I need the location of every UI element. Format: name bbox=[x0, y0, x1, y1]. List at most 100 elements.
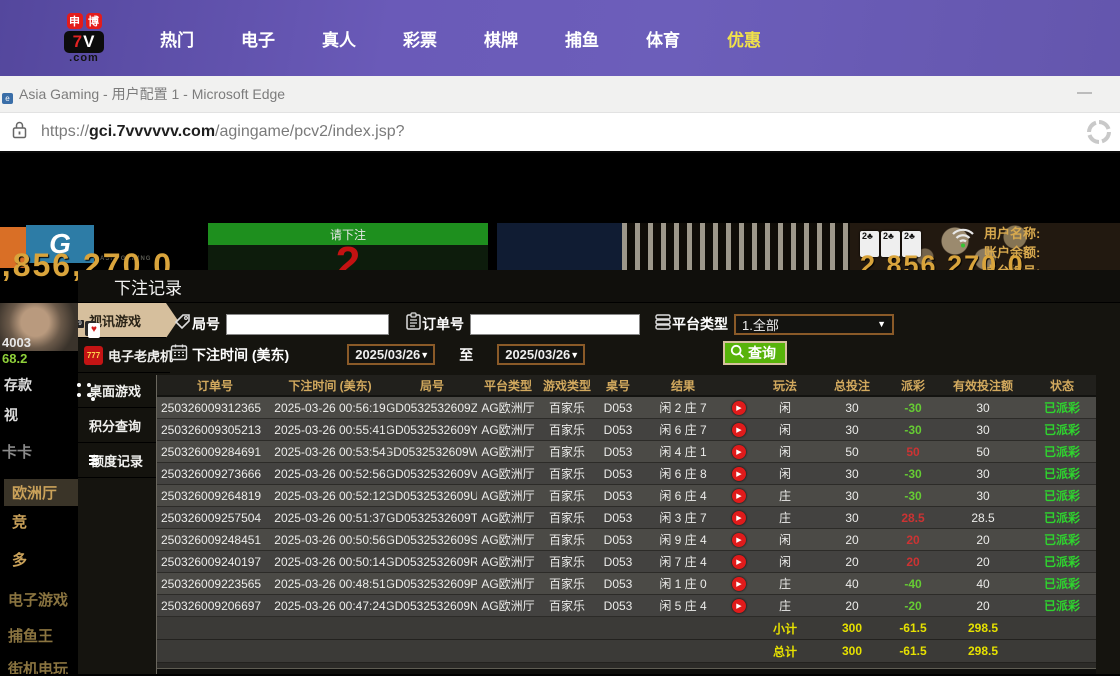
sidebar-item-label: 电子老虎机 bbox=[108, 346, 173, 365]
cell-game-type: 百家乐 bbox=[539, 419, 595, 440]
cell-table-no: D053 bbox=[595, 551, 641, 572]
cell-table-no: D053 bbox=[595, 463, 641, 484]
round-input[interactable] bbox=[226, 314, 389, 335]
nav-item[interactable]: 优惠 bbox=[727, 26, 761, 51]
replay-play-icon[interactable]: ▶ bbox=[732, 445, 746, 459]
refresh-icon[interactable] bbox=[1086, 119, 1112, 145]
order-input[interactable] bbox=[470, 314, 640, 335]
cell-status: 已派彩 bbox=[1027, 419, 1097, 440]
column-header: 有效投注额 bbox=[939, 375, 1027, 395]
nav-item[interactable]: 热门 bbox=[160, 26, 194, 51]
cell-bet-time: 2025-03-26 00:50:56 bbox=[273, 529, 387, 550]
minimize-button[interactable]: — bbox=[1077, 84, 1092, 101]
replay-play-icon[interactable]: ▶ bbox=[732, 577, 746, 591]
cell-platform: AG欧洲厅 bbox=[477, 551, 539, 572]
cell-status: 已派彩 bbox=[1027, 529, 1097, 550]
cell-sum-total: 300 bbox=[817, 640, 887, 662]
cell-result: 闲 6 庄 8 bbox=[641, 463, 725, 484]
cell-empty bbox=[477, 617, 539, 639]
main-nav: 热门 电子 真人 彩票 棋牌 捕鱼 体育 优惠 bbox=[160, 26, 808, 51]
platform-select[interactable]: 1.全部 ▼ bbox=[734, 314, 894, 335]
column-header: 派彩 bbox=[887, 375, 939, 395]
cell-total-bet: 30 bbox=[817, 507, 887, 528]
table-row: 2503260092648192025-03-26 00:52:12GD0532… bbox=[157, 485, 1096, 507]
wifi-icon bbox=[950, 226, 976, 253]
sidebar-item-slot-777[interactable]: 777电子老虎机 bbox=[78, 338, 170, 373]
cell-total-bet: 40 bbox=[817, 573, 887, 594]
table-footer-line bbox=[157, 668, 1096, 674]
cell-payout: 28.5 bbox=[887, 507, 939, 528]
cell-bet-time: 2025-03-26 00:50:14 bbox=[273, 551, 387, 572]
cell-status: 已派彩 bbox=[1027, 595, 1097, 616]
cell-valid-bet: 30 bbox=[939, 485, 1027, 506]
site-logo[interactable]: 申 博 7V .com bbox=[46, 13, 122, 64]
column-header bbox=[725, 375, 753, 395]
platform-stack-icon bbox=[654, 313, 672, 336]
cell-round-no: GD0532532609S bbox=[387, 529, 477, 550]
cell-valid-bet: 20 bbox=[939, 551, 1027, 572]
platform-label: 平台类型 bbox=[672, 314, 728, 334]
nav-item[interactable]: 体育 bbox=[646, 26, 680, 51]
cell-round-no: GD0532532609P bbox=[387, 573, 477, 594]
cell-round-no: GD0532532609R bbox=[387, 551, 477, 572]
cell-result: 闲 4 庄 1 bbox=[641, 441, 725, 462]
date-from-select[interactable]: 2025/03/26 ▼ bbox=[347, 344, 435, 365]
cell-result: 闲 6 庄 4 bbox=[641, 485, 725, 506]
cell-replay: ▶ bbox=[725, 529, 753, 550]
cell-game-type: 百家乐 bbox=[539, 551, 595, 572]
cell-result: 闲 9 庄 4 bbox=[641, 529, 725, 550]
cell-sum-total: 300 bbox=[817, 617, 887, 639]
cell-game-type: 百家乐 bbox=[539, 573, 595, 594]
cell-valid-bet: 20 bbox=[939, 529, 1027, 550]
cell-empty bbox=[387, 617, 477, 639]
fragment-menu-europe: 欧洲厅 bbox=[4, 479, 82, 506]
nav-item[interactable]: 彩票 bbox=[403, 26, 437, 51]
logo-badge-right: 博 bbox=[86, 13, 102, 29]
cell-total-bet: 20 bbox=[817, 529, 887, 550]
replay-play-icon[interactable]: ▶ bbox=[732, 533, 746, 547]
replay-play-icon[interactable]: ▶ bbox=[732, 467, 746, 481]
cell-valid-bet: 30 bbox=[939, 419, 1027, 440]
cell-replay: ▶ bbox=[725, 419, 753, 440]
chevron-down-icon: ▼ bbox=[570, 350, 579, 360]
sidebar-item-cards[interactable]: ♥9视讯游戏 bbox=[78, 303, 178, 338]
cell-order-no: 250326009206697 bbox=[157, 595, 273, 616]
replay-play-icon[interactable]: ▶ bbox=[732, 401, 746, 415]
replay-play-icon[interactable]: ▶ bbox=[732, 489, 746, 503]
cell-table-no: D053 bbox=[595, 595, 641, 616]
cell-round-no: GD0532532609V bbox=[387, 463, 477, 484]
cell-status: 已派彩 bbox=[1027, 507, 1097, 528]
replay-play-icon[interactable]: ▶ bbox=[732, 555, 746, 569]
stream-curtain bbox=[622, 223, 850, 270]
cell-play-type: 闲 bbox=[753, 419, 817, 440]
cell-game-type: 百家乐 bbox=[539, 485, 595, 506]
search-button-label: 查询 bbox=[748, 343, 776, 363]
cell-payout: 50 bbox=[887, 441, 939, 462]
replay-play-icon[interactable]: ▶ bbox=[732, 423, 746, 437]
cell-game-type: 百家乐 bbox=[539, 397, 595, 418]
search-button[interactable]: 查询 bbox=[723, 341, 787, 365]
browser-urlbar[interactable]: https://gci.7vvvvvv.com/agingame/pcv2/in… bbox=[0, 113, 1120, 153]
cell-table-no: D053 bbox=[595, 419, 641, 440]
cell-empty bbox=[539, 640, 595, 662]
cell-play-type: 庄 bbox=[753, 595, 817, 616]
nav-item[interactable]: 捕鱼 bbox=[565, 26, 599, 51]
cell-round-no: GD0532532609T bbox=[387, 507, 477, 528]
nav-item[interactable]: 棋牌 bbox=[484, 26, 518, 51]
cell-order-no: 250326009257504 bbox=[157, 507, 273, 528]
table-row: 2503260093052132025-03-26 00:55:41GD0532… bbox=[157, 419, 1096, 441]
cell-platform: AG欧洲厅 bbox=[477, 397, 539, 418]
replay-play-icon[interactable]: ▶ bbox=[732, 599, 746, 613]
column-header: 游戏类型 bbox=[539, 375, 595, 395]
cell-empty bbox=[1027, 640, 1097, 662]
cell-result: 闲 7 庄 4 bbox=[641, 551, 725, 572]
cell-table-no: D053 bbox=[595, 397, 641, 418]
nav-item[interactable]: 电子 bbox=[241, 26, 275, 51]
nav-item[interactable]: 真人 bbox=[322, 26, 356, 51]
date-to-select[interactable]: 2025/03/26 ▼ bbox=[497, 344, 585, 365]
cell-status: 已派彩 bbox=[1027, 573, 1097, 594]
cell-bet-time: 2025-03-26 00:52:56 bbox=[273, 463, 387, 484]
cell-bet-time: 2025-03-26 00:55:41 bbox=[273, 419, 387, 440]
replay-play-icon[interactable]: ▶ bbox=[732, 511, 746, 525]
fragment-balance: 68.2 bbox=[2, 351, 27, 366]
